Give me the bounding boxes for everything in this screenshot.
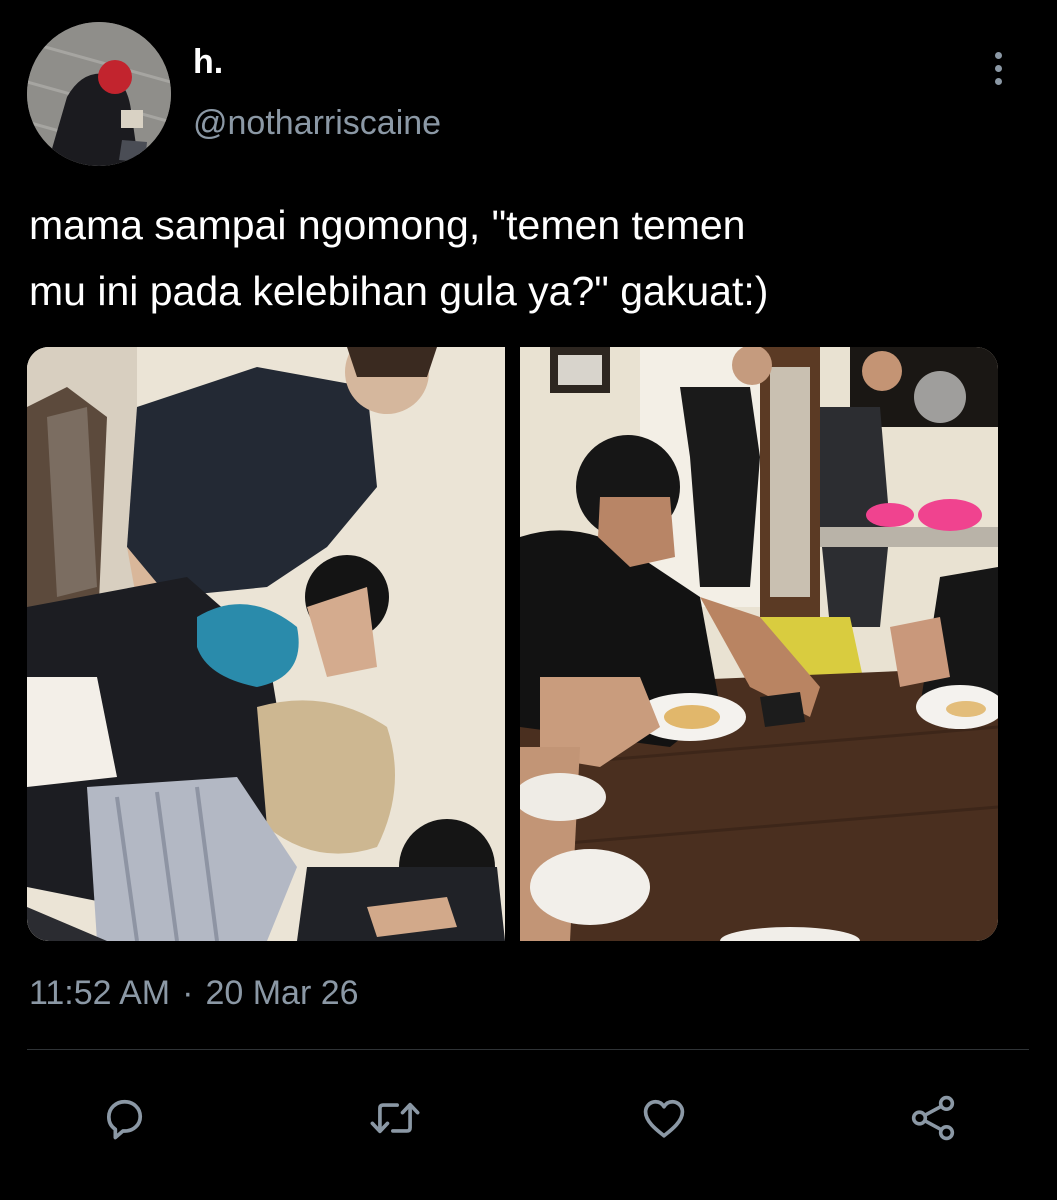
tweet-date: 20 Mar 26: [205, 974, 359, 1012]
photo-group-pile: [27, 347, 505, 941]
author-handle[interactable]: @notharriscaine: [193, 103, 441, 143]
more-dot-icon: [994, 51, 1002, 59]
tweet-timestamp[interactable]: 11:52 AM · 20 Mar 26: [29, 972, 359, 1014]
reply-icon: [106, 1099, 143, 1140]
tweet-time: 11:52 AM: [29, 974, 171, 1012]
divider: [27, 1049, 1029, 1050]
timestamp-separator: ·: [182, 974, 194, 1012]
author-avatar[interactable]: [27, 22, 171, 166]
retweet-button[interactable]: [367, 1090, 423, 1146]
more-options-button[interactable]: [980, 44, 1016, 92]
tweet-text: mama sampai ngomong, "temen temen mu ini…: [29, 202, 769, 314]
like-button[interactable]: [636, 1090, 692, 1146]
share-icon: [911, 1095, 955, 1141]
reply-button[interactable]: [96, 1090, 152, 1146]
author-display-name[interactable]: h.: [193, 42, 223, 82]
more-dot-icon: [994, 77, 1002, 85]
share-button[interactable]: [905, 1090, 961, 1146]
tweet-photo-1[interactable]: [27, 347, 505, 941]
retweet-icon: [370, 1102, 420, 1134]
tweet-photo-2[interactable]: [520, 347, 998, 941]
tweet: h. @notharriscaine mama sampai ngomong, …: [0, 0, 1057, 1200]
photo-dinner-table: [520, 347, 998, 941]
heart-icon: [643, 1099, 685, 1138]
more-dot-icon: [994, 64, 1002, 72]
avatar-image: [27, 22, 171, 166]
